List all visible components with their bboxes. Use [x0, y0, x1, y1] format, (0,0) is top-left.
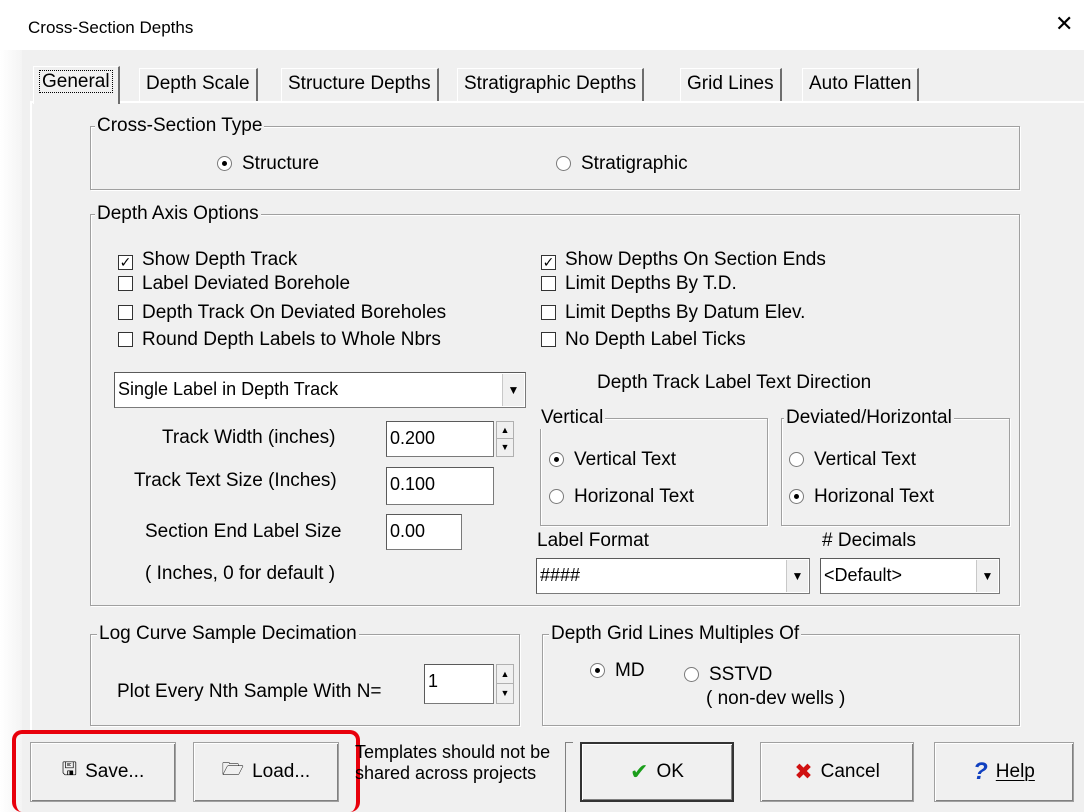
tab-auto-flatten[interactable]: Auto Flatten	[802, 68, 920, 102]
sstvd-hint: ( non-dev wells )	[706, 688, 846, 709]
radio-empty-icon	[789, 452, 804, 467]
check-limit-depths-datum[interactable]: Limit Depths By Datum Elev.	[541, 302, 805, 324]
radio-structure[interactable]: Structure	[217, 153, 319, 175]
decimals-value: <Default>	[824, 565, 903, 585]
tab-grid-lines[interactable]: Grid Lines	[680, 68, 782, 102]
check-no-depth-label-ticks[interactable]: No Depth Label Ticks	[541, 329, 746, 351]
group-title: Log Curve Sample Decimation	[97, 623, 359, 645]
radio-deviated-vertical-text[interactable]: Vertical Text	[789, 449, 916, 471]
checkbox-checked-icon: ✓	[541, 254, 556, 270]
cancel-x-icon: ✖	[794, 759, 813, 784]
chevron-down-icon[interactable]: ▼	[502, 374, 524, 406]
label-format-value: ####	[540, 565, 581, 585]
checkbox-icon	[118, 305, 133, 320]
radio-md[interactable]: MD	[590, 660, 645, 682]
checkbox-icon	[118, 332, 133, 347]
tab-depth-scale[interactable]: Depth Scale	[139, 68, 258, 102]
radio-vertical-horizonal-text[interactable]: Horizonal Text	[549, 486, 694, 508]
check-label-deviated-borehole[interactable]: Label Deviated Borehole	[118, 273, 350, 295]
help-question-icon: ?	[973, 758, 988, 785]
section-end-hint: ( Inches, 0 for default )	[145, 563, 336, 584]
text-direction-label: Depth Track Label Text Direction	[597, 372, 872, 393]
ok-button[interactable]: ✔ OK	[580, 742, 734, 802]
tab-structure-depths[interactable]: Structure Depths	[281, 68, 439, 102]
tab-general[interactable]: General	[33, 66, 120, 104]
spin-down-icon[interactable]: ▼	[497, 684, 513, 703]
checkbox-icon	[118, 276, 133, 291]
highlight-box	[12, 730, 360, 812]
spin-up-icon[interactable]: ▲	[497, 665, 513, 684]
vertical-group: Vertical	[539, 407, 768, 526]
track-text-size-input[interactable]: 0.100	[386, 467, 494, 505]
decimals-label: # Decimals	[822, 530, 916, 551]
group-title: Deviated/Horizontal	[784, 407, 954, 429]
label-mode-select[interactable]: Single Label in Depth Track ▼	[114, 372, 526, 408]
title-bar: Cross-Section Depths ✕	[0, 0, 1084, 50]
help-button[interactable]: ? Help	[934, 742, 1074, 802]
track-width-spinner[interactable]: ▲ ▼	[496, 421, 514, 457]
close-icon[interactable]: ✕	[1055, 13, 1073, 35]
checkbox-icon	[541, 276, 556, 291]
radio-empty-icon	[556, 156, 571, 171]
check-show-depths-section-ends[interactable]: ✓ Show Depths On Section Ends	[541, 249, 826, 271]
label-mode-value: Single Label in Depth Track	[118, 379, 339, 399]
radio-selected-icon	[217, 156, 232, 171]
label-format-select[interactable]: #### ▼	[536, 558, 810, 594]
chevron-down-icon[interactable]: ▼	[976, 560, 998, 592]
check-round-depth-labels[interactable]: Round Depth Labels to Whole Nbrs	[118, 329, 441, 351]
checkbox-checked-icon: ✓	[118, 254, 133, 270]
group-title: Depth Axis Options	[95, 203, 261, 225]
radio-sstvd[interactable]: SSTVD	[684, 664, 772, 686]
group-title: Cross-Section Type	[95, 115, 265, 137]
check-depth-track-deviated[interactable]: Depth Track On Deviated Boreholes	[118, 302, 446, 324]
radio-selected-icon	[549, 452, 564, 467]
decimation-spinner[interactable]: ▲ ▼	[496, 664, 514, 704]
tab-stratigraphic-depths[interactable]: Stratigraphic Depths	[457, 68, 645, 102]
deviated-horizontal-group: Deviated/Horizontal	[781, 407, 1010, 526]
radio-empty-icon	[549, 489, 564, 504]
radio-vertical-vertical-text[interactable]: Vertical Text	[549, 449, 676, 471]
radio-deviated-horizonal-text[interactable]: Horizonal Text	[789, 486, 934, 508]
chevron-down-icon[interactable]: ▼	[786, 560, 808, 592]
track-text-size-label: Track Text Size (Inches)	[134, 470, 337, 491]
decimals-select[interactable]: <Default> ▼	[820, 558, 1000, 594]
section-end-size-input[interactable]: 0.00	[386, 514, 462, 550]
checkbox-icon	[541, 332, 556, 347]
radio-empty-icon	[684, 667, 699, 682]
label-format-label: Label Format	[537, 530, 649, 551]
cancel-button[interactable]: ✖ Cancel	[760, 742, 914, 802]
track-width-input[interactable]: 0.200	[386, 421, 494, 457]
window-title: Cross-Section Depths	[28, 18, 194, 37]
window-shadow	[0, 50, 22, 812]
decimation-input[interactable]: 1	[424, 664, 494, 704]
track-width-label: Track Width (inches)	[162, 427, 336, 448]
section-end-label: Section End Label Size	[145, 521, 342, 542]
group-title: Depth Grid Lines Multiples Of	[549, 623, 802, 645]
spin-down-icon[interactable]: ▼	[497, 439, 513, 456]
checkbox-icon	[541, 305, 556, 320]
decimation-label: Plot Every Nth Sample With N=	[117, 681, 382, 702]
template-note-frame	[565, 742, 573, 812]
spin-up-icon[interactable]: ▲	[497, 422, 513, 439]
group-title: Vertical	[539, 407, 606, 429]
radio-stratigraphic[interactable]: Stratigraphic	[556, 153, 688, 175]
check-limit-depths-td[interactable]: Limit Depths By T.D.	[541, 273, 737, 295]
template-note: Templates should not be shared across pr…	[355, 742, 551, 783]
radio-selected-icon	[590, 663, 605, 678]
check-show-depth-track[interactable]: ✓ Show Depth Track	[118, 249, 297, 271]
checkmark-icon: ✔	[630, 759, 649, 784]
radio-selected-icon	[789, 489, 804, 504]
